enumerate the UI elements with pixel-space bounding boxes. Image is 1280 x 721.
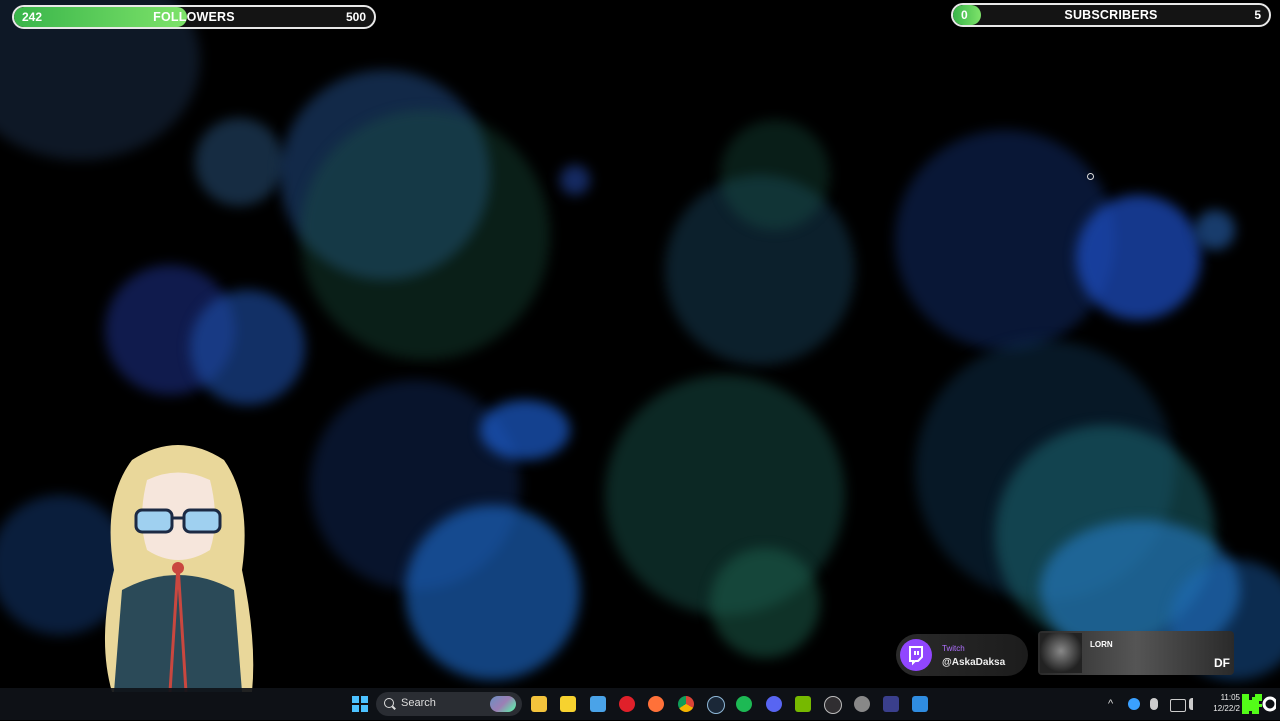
volume-icon[interactable] — [1189, 698, 1205, 710]
nvidia-icon[interactable] — [795, 696, 811, 712]
followers-target: 500 — [345, 10, 366, 24]
tray-app-icon[interactable] — [1128, 698, 1140, 710]
settings-icon[interactable] — [854, 696, 870, 712]
now-playing-artist: LORN — [1090, 640, 1113, 649]
twitch-badge: Twitch @AskaDaksa — [896, 634, 1028, 676]
vtuber-avatar — [104, 445, 254, 692]
steam-icon[interactable] — [707, 696, 725, 714]
now-playing-widget: LORN DF — [1038, 631, 1234, 675]
spotify-icon[interactable] — [736, 696, 752, 712]
twitch-icon — [900, 639, 932, 671]
subscribers-target: 5 — [1254, 8, 1261, 22]
clock-date: 12/22/2 — [1213, 704, 1240, 713]
discord-icon[interactable] — [766, 696, 782, 712]
subscribers-goal-bar: 0 SUBSCRIBERS 5 — [951, 3, 1271, 27]
search-label: Search — [401, 697, 436, 709]
mouse-cursor — [1087, 173, 1094, 180]
photos-icon[interactable] — [912, 696, 928, 712]
search-highlight-icon — [490, 696, 516, 712]
windows-start-icon[interactable] — [352, 696, 368, 712]
chrome-icon[interactable] — [678, 696, 694, 712]
now-playing-song: DF — [1214, 656, 1230, 670]
microphone-icon[interactable] — [1150, 698, 1158, 710]
search-icon — [384, 698, 394, 708]
clock-time: 11:05 — [1220, 693, 1240, 702]
notepad-icon[interactable] — [590, 696, 606, 712]
kick-logo-icon — [1240, 692, 1278, 716]
followers-goal-bar: 242 FOLLOWERS 500 — [12, 5, 376, 29]
twitch-platform-label: Twitch — [942, 644, 965, 653]
obs-icon[interactable] — [824, 696, 842, 714]
tray-overflow-chevron-icon[interactable]: ^ — [1108, 698, 1113, 710]
album-art — [1040, 633, 1082, 673]
vs-code-icon[interactable] — [883, 696, 899, 712]
file-explorer-icon[interactable] — [531, 696, 547, 712]
opera-icon[interactable] — [619, 696, 635, 712]
sticky-notes-icon[interactable] — [560, 696, 576, 712]
taskbar-clock[interactable]: 11:05 12/22/2 — [1208, 692, 1240, 714]
firefox-icon[interactable] — [648, 696, 664, 712]
subscribers-label: SUBSCRIBERS — [1064, 8, 1158, 22]
taskbar: Search ^ 11:05 12/22/2 — [0, 688, 1280, 720]
followers-label: FOLLOWERS — [153, 10, 235, 24]
taskbar-search-box[interactable]: Search — [376, 692, 522, 716]
network-icon[interactable] — [1170, 699, 1186, 712]
twitch-handle: @AskaDaksa — [942, 657, 1006, 668]
